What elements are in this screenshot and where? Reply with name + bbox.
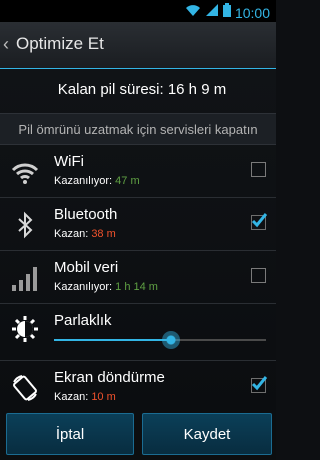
savings-label: Kazan: [54, 228, 89, 240]
service-row-wifi[interactable]: WiFi Kazanılıyor: 47 m [0, 145, 276, 198]
service-label: Bluetooth [54, 206, 118, 223]
clock: 10:00 [234, 4, 270, 21]
save-button[interactable]: Kaydet [142, 413, 272, 455]
service-row-bluetooth[interactable]: Bluetooth Kazan: 38 m [0, 198, 276, 251]
wifi-status-icon [185, 3, 201, 22]
status-bar: 10:00 [0, 0, 276, 22]
back-button[interactable]: ‹ [3, 34, 9, 55]
battery-remaining-text: Kalan pil süresi: 16 h 9 m [57, 80, 227, 98]
content: Kalan pil süresi: 16 h 9 m Pil ömrünü uz… [0, 69, 276, 414]
action-bar: ‹ Optimize Et [0, 22, 276, 69]
battery-remaining: Kalan pil süresi: 16 h 9 m [0, 69, 276, 109]
service-label: Ekran döndürme [54, 369, 165, 386]
service-savings: Kazanılıyor: 1 h 14 m [54, 281, 158, 293]
service-row-mobile-data[interactable]: Mobil veri Kazanılıyor: 1 h 14 m [0, 251, 276, 304]
screen-rotation-checkbox[interactable] [251, 376, 267, 393]
check-icon [251, 376, 267, 391]
savings-value: 47 m [115, 175, 140, 187]
screen-rotation-icon [10, 373, 40, 403]
brightness-slider[interactable] [54, 331, 266, 349]
savings-label: Kazanılıyor: [54, 281, 113, 293]
savings-value: 10 m [91, 391, 116, 403]
bluetooth-icon [10, 210, 40, 240]
wifi-checkbox[interactable] [251, 162, 266, 177]
signal-bars-icon [10, 263, 40, 293]
savings-value: 38 m [91, 228, 116, 240]
savings-value: 1 h 14 m [115, 281, 158, 293]
status-icons: 10:00 [185, 3, 270, 22]
battery-status-icon [222, 3, 231, 22]
service-savings: Kazanılıyor: 47 m [54, 175, 140, 187]
service-savings: Kazan: 10 m [54, 391, 116, 403]
brightness-icon [10, 314, 40, 344]
cancel-button[interactable]: İptal [6, 413, 134, 455]
check-icon [251, 213, 267, 228]
signal-status-icon [205, 3, 219, 22]
wifi-icon [10, 157, 40, 187]
service-row-screen-rotation[interactable]: Ekran döndürme Kazan: 10 m [0, 361, 276, 414]
service-row-brightness: Parlaklık [0, 304, 276, 361]
bottom-button-bar: İptal Kaydet [0, 410, 276, 460]
service-label: Parlaklık [54, 312, 112, 329]
service-savings: Kazan: 38 m [54, 228, 116, 240]
page-title[interactable]: Optimize Et [16, 34, 104, 54]
slider-thumb[interactable] [161, 331, 180, 349]
bluetooth-checkbox[interactable] [251, 213, 267, 230]
mobile-data-checkbox[interactable] [251, 268, 266, 283]
slider-fill [54, 339, 171, 341]
service-label: Mobil veri [54, 259, 119, 276]
savings-label: Kazanılıyor: [54, 175, 113, 187]
section-header: Pil ömrünü uzatmak için servisleri kapat… [0, 113, 276, 145]
service-label: WiFi [54, 153, 84, 170]
savings-label: Kazan: [54, 391, 89, 403]
